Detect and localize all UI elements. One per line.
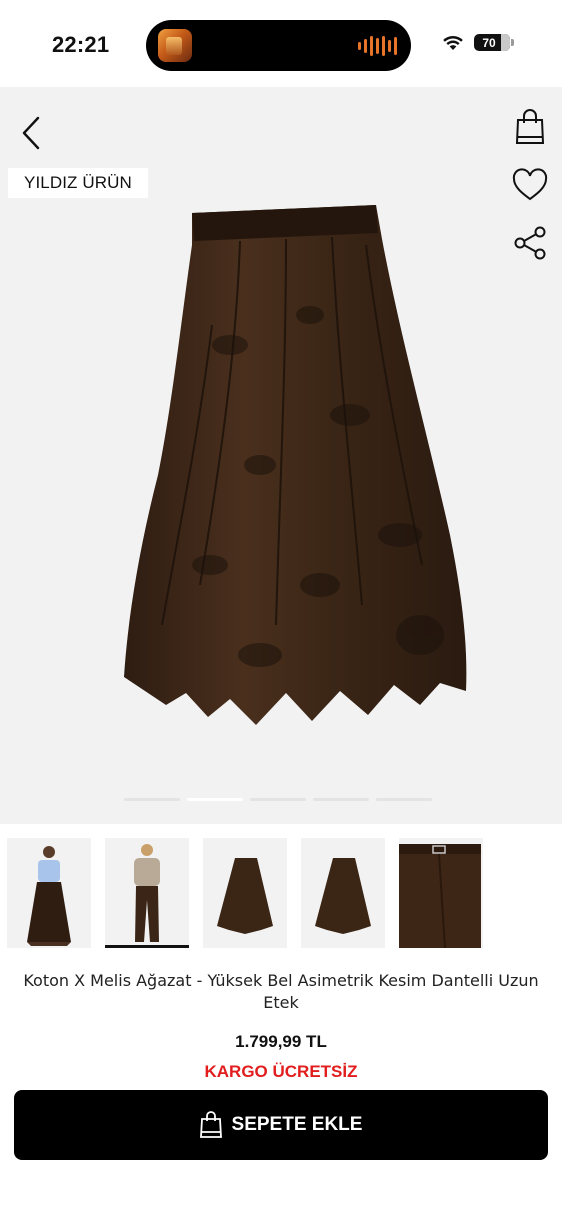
battery-level: 70 xyxy=(482,35,496,50)
back-button[interactable] xyxy=(14,113,48,153)
star-product-badge: YILDIZ ÜRÜN xyxy=(8,168,148,198)
thumbnail-skirt-flat-2[interactable] xyxy=(301,838,385,948)
thumbnail-model-pants[interactable] xyxy=(105,838,189,948)
share-icon xyxy=(514,226,546,260)
dynamic-island[interactable] xyxy=(146,20,411,71)
product-title: Koton X Melis Ağazat - Yüksek Bel Asimet… xyxy=(23,971,539,1012)
battery-icon: 70 xyxy=(474,34,514,51)
thumbnail-pants-detail[interactable] xyxy=(399,838,483,948)
add-to-cart-button[interactable]: SEPETE EKLE xyxy=(14,1090,548,1160)
pager-dot[interactable] xyxy=(250,798,306,801)
shopping-bag-icon xyxy=(199,1111,222,1138)
free-shipping-label: KARGO ÜCRETSİZ xyxy=(204,1062,358,1081)
pager-dot[interactable] xyxy=(376,798,432,801)
cart-button[interactable] xyxy=(510,107,550,147)
status-indicators: 70 xyxy=(442,34,514,51)
wifi-icon xyxy=(443,35,463,50)
add-to-cart-label: SEPETE EKLE xyxy=(231,1114,363,1135)
pager-dot[interactable] xyxy=(124,798,180,801)
audio-waveform-icon xyxy=(358,36,397,56)
back-arrow-icon xyxy=(22,116,40,150)
pager-dot[interactable] xyxy=(313,798,369,801)
status-time: 22:21 xyxy=(52,32,110,57)
product-price: 1.799,99 TL xyxy=(235,1032,327,1051)
product-image-carousel[interactable]: YILDIZ ÜRÜN xyxy=(0,87,562,824)
now-playing-artwork-icon xyxy=(158,29,192,62)
status-bar: 22:21 70 xyxy=(0,0,562,87)
pager-dot-active[interactable] xyxy=(187,798,243,801)
thumbnail-model-front[interactable] xyxy=(7,838,91,948)
carousel-pager xyxy=(124,798,432,801)
heart-icon xyxy=(512,168,548,201)
side-actions xyxy=(510,107,550,281)
favorite-button[interactable] xyxy=(510,165,550,205)
share-button[interactable] xyxy=(510,223,550,263)
thumbnail-skirt-flat[interactable] xyxy=(203,838,287,948)
shopping-bag-icon xyxy=(515,109,545,144)
product-image xyxy=(124,205,467,725)
thumbnail-strip xyxy=(7,838,483,948)
